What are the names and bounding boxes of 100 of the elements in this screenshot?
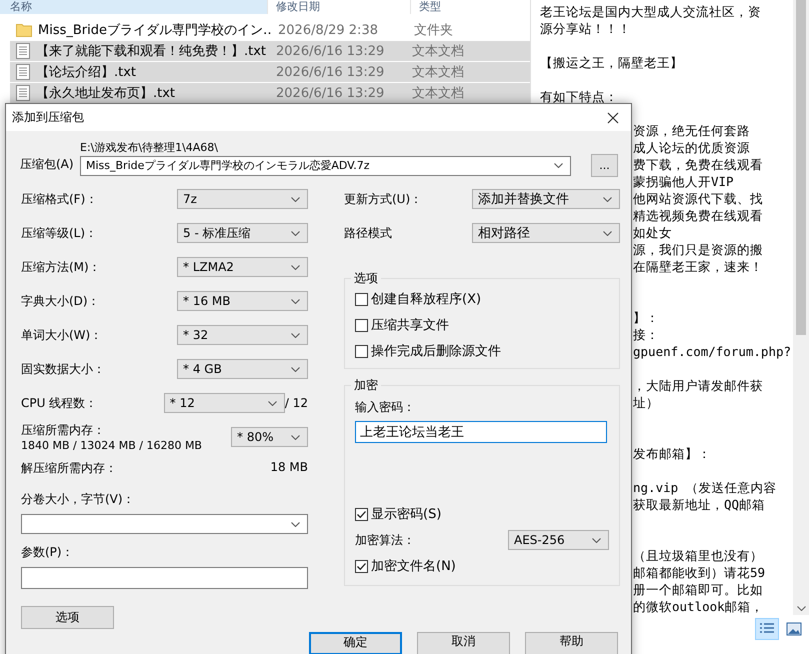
password-field[interactable]: 上老王论坛当老王 (355, 421, 607, 443)
text-line: gpuenf.com/forum.php? (633, 344, 792, 359)
dropdown[interactable] (21, 514, 308, 534)
dialog-button[interactable]: 帮助 (525, 632, 618, 654)
file-name: 【论坛介绍】.txt (36, 64, 138, 81)
text-line: 精选视频免费在线观看 (633, 208, 763, 223)
column-header[interactable]: 修改日期 (268, 0, 411, 14)
check-icon (356, 508, 367, 520)
text-line: 源分享站！！！ (540, 21, 631, 36)
chevron-icon (291, 264, 300, 270)
text-line: 【搬运之王，隔壁老王】 (540, 55, 683, 70)
file-row[interactable]: 【来了就能下载和观看！纯免费！】.txt 2026/6/16 13:29 文本文档 (10, 41, 530, 61)
file-type: 文本文档 (411, 85, 464, 102)
modified-date: 2026/6/16 13:29 (275, 44, 386, 58)
file-type: 文件夹 (413, 22, 453, 39)
dropdown[interactable]: 5 - 标准压缩 (177, 223, 308, 243)
dropdown[interactable]: 相对路径 (472, 223, 620, 243)
text-line: 】： (633, 310, 659, 325)
checkbox[interactable]: 压缩共享文件 (355, 316, 609, 334)
dropdown[interactable]: AES-256 (508, 530, 609, 550)
column-header[interactable]: 类型 (411, 0, 530, 14)
group-title: 选项 (353, 270, 379, 287)
chevron-icon (291, 522, 300, 526)
text-line: 接： (633, 327, 659, 342)
folder-icon (16, 23, 32, 37)
file-name: Miss_Brideブライダル専門学校のイン… (38, 22, 272, 39)
chevron-icon (291, 434, 300, 440)
chevron-icon (291, 196, 300, 202)
options-button[interactable]: 选项 (21, 606, 114, 629)
text-line: 蒙拐骗他人开VIP (633, 174, 734, 189)
browse-button[interactable]: ... (591, 154, 618, 177)
check-icon (356, 560, 367, 572)
chevron-icon (291, 366, 300, 372)
memory-usage: 1840 MB / 13024 MB / 16280 MB (21, 439, 202, 452)
memory-usage: 18 MB (270, 460, 308, 476)
chevron-icon (268, 400, 277, 406)
details-view-icon[interactable] (755, 618, 779, 640)
scrollbar[interactable] (793, 0, 809, 615)
checkbox[interactable]: 操作完成后删除源文件 (355, 342, 609, 360)
scroll-down-icon[interactable] (796, 606, 806, 611)
checkbox[interactable]: 创建自释放程序(X) (355, 290, 609, 308)
text-file-icon (16, 43, 30, 59)
field-label: 压缩方法(M)： (21, 258, 101, 276)
field-label: 压缩包(A) (20, 156, 75, 173)
text-line: 费下载，免费在线观看 (633, 157, 763, 172)
text-file-icon (16, 85, 30, 101)
thread-max: / 12 (284, 396, 308, 410)
input-field[interactable] (21, 567, 308, 589)
text-line: 资源，绝无任何套路 (633, 123, 750, 138)
text-line: ，大陆用户请发邮件获 (633, 378, 763, 393)
field-label: CPU 线程数： (21, 394, 98, 412)
file-row[interactable]: 【论坛介绍】.txt 2026/6/16 13:29 文本文档 (10, 62, 530, 82)
chevron-icon (603, 230, 612, 236)
chevron-icon (554, 163, 563, 168)
text-line: 源，我们只是资源的搬 (633, 242, 763, 257)
dropdown[interactable]: 添加并替换文件 (472, 189, 620, 209)
field-label: 输入密码： (355, 399, 416, 416)
text-line: 获取最新地址，QQ邮箱 (633, 497, 766, 512)
archive-path: E:\游戏发布\待整理1\4A68\ (80, 140, 219, 153)
text-line: 老王论坛是国内大型成人交流社区，资 (540, 4, 761, 19)
modified-date: 2026/6/16 13:29 (275, 64, 386, 80)
field-label: 固实数据大小： (21, 360, 105, 378)
field-label: 压缩等级(L)： (21, 224, 98, 242)
text-line: 址） (633, 395, 659, 410)
file-row[interactable]: Miss_Brideブライダル専門学校のイン…2026/8/29 2:38 文件夹 (10, 20, 530, 40)
field-label: 更新方式(U)： (344, 190, 424, 208)
field-label: 分卷大小，字节(V)： (21, 491, 136, 508)
dropdown[interactable]: Miss_Brideプライダル専門学校のインモラル恋愛ADV.7z (80, 156, 571, 176)
dropdown[interactable]: 7z (177, 189, 308, 209)
dropdown[interactable]: * 16 MB (177, 291, 308, 311)
text-line: 他网站资源代下载、找 (633, 191, 763, 206)
field-label: 加密算法： (355, 532, 415, 548)
modified-date: 2026/8/29 2:38 (277, 22, 379, 38)
field-label: 解压缩所需内存： (21, 460, 117, 477)
chevron-icon (291, 230, 300, 236)
text-line: （且垃圾箱里也没有） (633, 548, 763, 563)
group-title: 加密 (353, 377, 379, 394)
checkbox[interactable]: 加密文件名(N) (355, 557, 609, 575)
dropdown[interactable]: * 12 (164, 393, 285, 413)
file-type: 文本文档 (411, 43, 464, 60)
text-file-icon (16, 64, 30, 80)
dialog-button[interactable]: 确定 (309, 632, 402, 654)
checkbox[interactable]: 显示密码(S) (355, 505, 609, 523)
dialog-button[interactable]: 取消 (417, 632, 510, 654)
text-line: 在隔壁老王家，速来！ (633, 259, 763, 274)
column-header[interactable]: 名称 (0, 0, 268, 14)
dropdown[interactable]: * 80% (231, 427, 308, 447)
field-label: 参数(P)： (21, 544, 75, 561)
modified-date: 2026/6/16 13:29 (275, 86, 386, 100)
close-icon[interactable] (607, 112, 619, 124)
text-line: 册一个邮箱即可。比如 (633, 582, 763, 597)
field-label: 路径模式 (344, 224, 393, 242)
dropdown[interactable]: * LZMA2 (177, 257, 308, 277)
text-line: 如处女 (633, 225, 672, 240)
dropdown[interactable]: * 4 GB (177, 359, 308, 379)
dropdown[interactable]: * 32 (177, 325, 308, 345)
file-name: 【来了就能下载和观看！纯免费！】.txt (36, 43, 268, 60)
file-row[interactable]: 【永久地址发布页】.txt 2026/6/16 13:29 文本文档 (10, 83, 530, 103)
field-label: 压缩所需内存： (21, 422, 106, 439)
file-type: 文本文档 (411, 64, 464, 81)
